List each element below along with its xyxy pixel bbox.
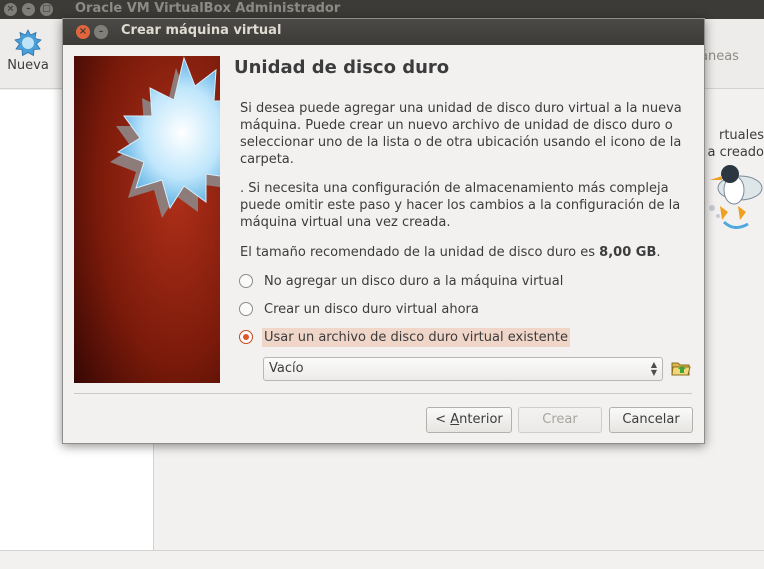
updown-arrows-icon: ▲ ▼ [650,360,657,377]
radio-create-disk-label[interactable]: Crear un disco duro virtual ahora [262,300,481,319]
recommended-size-prefix: El tamaño recomendado de la unidad de di… [240,245,600,260]
advanced-note-paragraph: . Si necesita una configuración de almac… [240,181,681,230]
existing-disk-select[interactable]: Vacío ▲ ▼ [263,357,663,381]
radio-existing-disk-indicator[interactable] [239,330,253,344]
main-statusbar [0,550,764,569]
main-minimize-button[interactable]: – [22,3,35,16]
dialog-titlebar: × – Crear máquina virtual [63,19,704,45]
new-vm-icon [14,29,42,57]
radio-no-disk[interactable]: No agregar un disco duro a la máquina vi… [239,270,565,292]
dialog-title: Crear máquina virtual [121,23,282,38]
back-button-prefix: < [435,412,451,427]
create-vm-dialog: × – Crear máquina virtual Unidad de disc… [62,18,705,444]
recommended-size-text: El tamaño recomendado de la unidad de di… [240,244,690,261]
wizard-star-icon [74,56,220,383]
radio-no-disk-indicator[interactable] [239,274,253,288]
radio-existing-disk[interactable]: Usar un archivo de disco duro virtual ex… [239,326,571,348]
details-partial-text: rtuales a creado [700,127,764,161]
main-close-button[interactable]: × [4,3,17,16]
dialog-minimize-button[interactable]: – [94,25,108,39]
cancel-button[interactable]: Cancelar [609,407,693,433]
wizard-watermark-image [74,56,220,383]
toolbar-partial-label: áneas [700,49,739,64]
back-button-mnemonic: A [450,412,460,427]
radio-create-disk[interactable]: Crear un disco duro virtual ahora [239,298,481,320]
details-line-1: rtuales [718,128,764,143]
recommended-size-value: 8,00 GB [599,245,657,260]
existing-disk-select-value: Vacío [269,361,304,376]
back-button-rest: nterior [459,412,503,427]
new-vm-label: Nueva [7,58,49,73]
main-window-titlebar: × – □ Oracle VM VirtualBox Administrador [0,0,764,19]
radio-no-disk-label[interactable]: No agregar un disco duro a la máquina vi… [262,272,565,291]
folder-browse-icon[interactable] [671,359,691,377]
main-maximize-button[interactable]: □ [40,3,53,16]
main-window-title: Oracle VM VirtualBox Administrador [75,1,341,16]
intro-paragraph: Si desea puede agregar una unidad de dis… [240,101,682,167]
create-button[interactable]: Crear [518,407,602,433]
back-button[interactable]: < Anterior [426,407,512,433]
page-title: Unidad de disco duro [234,57,450,78]
details-line-2: a creado [707,145,764,160]
recommended-size-suffix: . [656,245,661,260]
radio-existing-disk-label[interactable]: Usar un archivo de disco duro virtual ex… [262,327,571,347]
radio-create-disk-indicator[interactable] [239,302,253,316]
dialog-close-button[interactable]: × [76,25,90,39]
new-vm-button[interactable]: Nueva [4,29,52,73]
virtualbox-mascot-icon [709,165,763,229]
button-separator [74,393,692,394]
